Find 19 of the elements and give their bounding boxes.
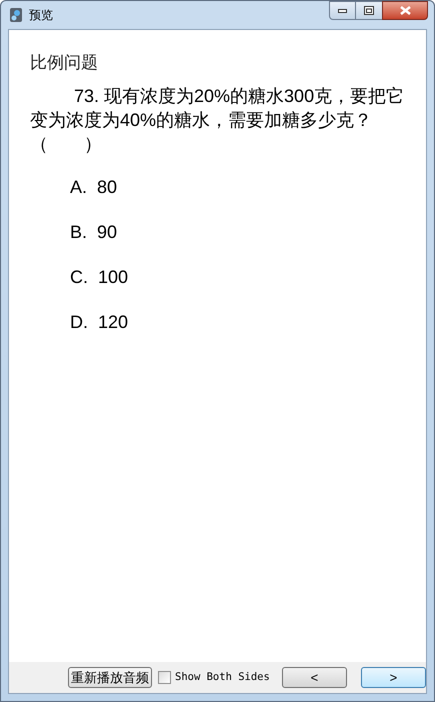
- checkbox[interactable]: [158, 671, 171, 684]
- minimize-icon: [338, 8, 347, 12]
- window-title: 预览: [29, 7, 53, 24]
- previous-button[interactable]: <: [282, 667, 347, 688]
- maximize-button[interactable]: [356, 1, 382, 20]
- close-icon: [400, 6, 410, 15]
- answer-option: B. 90: [70, 218, 405, 246]
- answer-option: D. 120: [70, 308, 405, 336]
- maximize-icon: [364, 6, 374, 15]
- replay-audio-button[interactable]: 重新播放音频: [68, 667, 152, 688]
- close-button[interactable]: [382, 1, 428, 20]
- app-icon: [9, 7, 23, 23]
- checkbox-label: Show Both Sides: [175, 670, 270, 685]
- answer-option: A. 80: [70, 174, 405, 200]
- question-text: 73. 现有浓度为20%的糖水300克，要把它变为浓度为40%的糖水，需要加糖多少克？（ ）: [30, 84, 405, 156]
- minimize-button[interactable]: [329, 1, 356, 20]
- next-button[interactable]: >: [360, 667, 426, 688]
- section-title: 比例问题: [30, 52, 99, 74]
- answer-option: C. 100: [70, 264, 405, 290]
